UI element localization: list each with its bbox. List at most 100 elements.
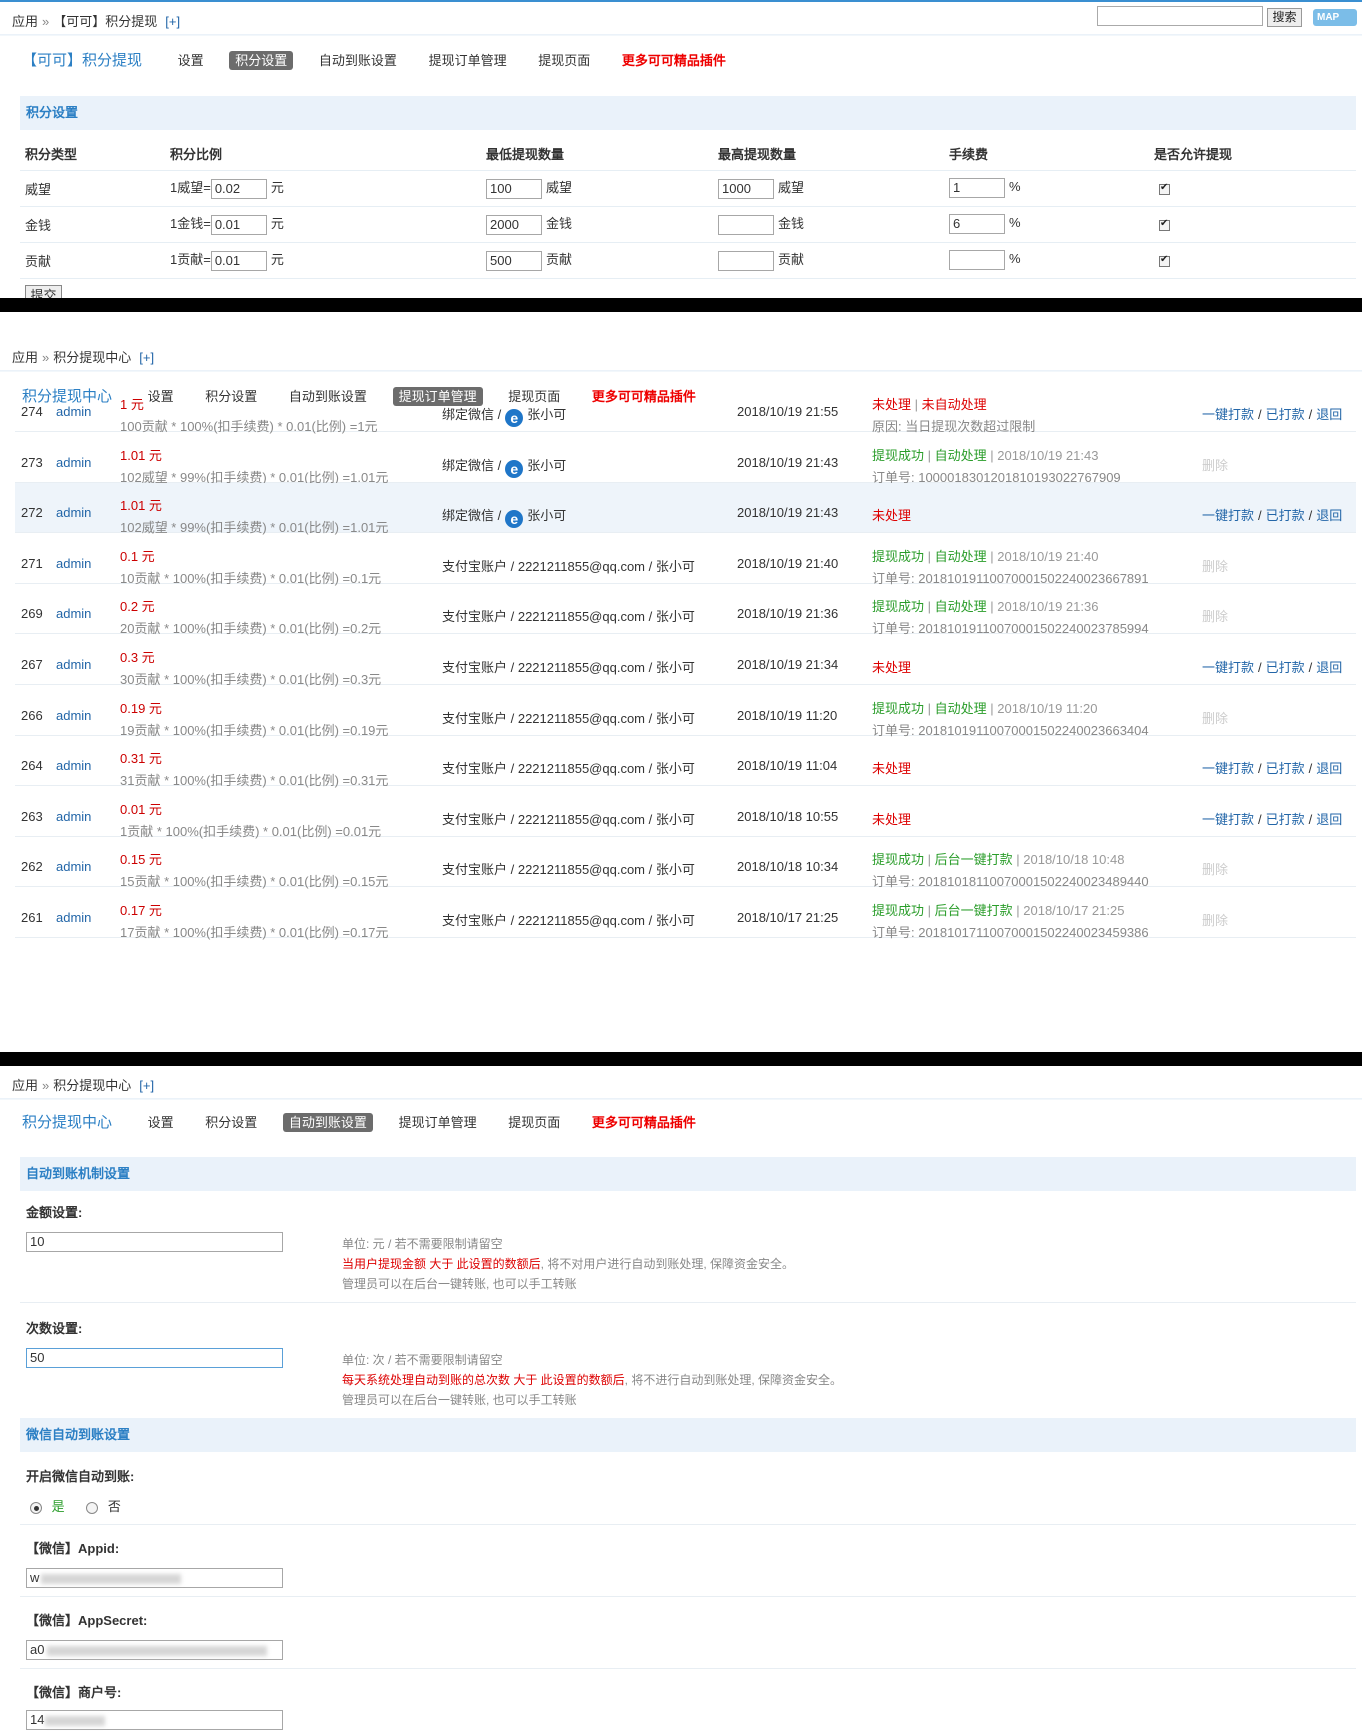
min-amount-input[interactable]: 500 [486, 250, 542, 271]
fee-input[interactable]: 6 [949, 214, 1005, 234]
max-amount-input[interactable]: 1000 [718, 178, 774, 199]
allow-checkbox[interactable] [1159, 182, 1170, 195]
fee-input[interactable]: 1 [949, 178, 1005, 198]
search-button[interactable]: 搜索 [1267, 8, 1302, 27]
max-amount-input[interactable] [718, 214, 774, 235]
breadcrumb-app[interactable]: 应用 [12, 1078, 38, 1093]
refund-link[interactable]: 退回 [1316, 761, 1342, 776]
mark-paid-link[interactable]: 已打款 [1266, 812, 1305, 827]
tab-withdraw-page[interactable]: 提现页面 [532, 51, 596, 70]
mchid-field[interactable]: 14 [26, 1710, 283, 1730]
status-separator: | [924, 599, 935, 615]
order-user[interactable]: admin [56, 455, 91, 470]
redacted-blur [45, 1716, 105, 1726]
refund-link[interactable]: 退回 [1316, 660, 1342, 675]
refund-link[interactable]: 退回 [1316, 508, 1342, 523]
status-separator: | [911, 397, 922, 412]
appid-field[interactable]: w [26, 1568, 283, 1588]
breadcrumb-separator: » [42, 350, 50, 365]
amount-hint-unit: 单位: 元 / 若不需要限制请留空 [342, 1237, 503, 1251]
delete-link[interactable]: 删除 [1202, 455, 1228, 474]
col-header: 积分类型 [20, 138, 165, 171]
breadcrumb-plugin[interactable]: 积分提现中心 [53, 350, 131, 365]
order-user[interactable]: admin [56, 606, 91, 621]
allow-checkbox[interactable] [1159, 218, 1170, 231]
breadcrumb-app[interactable]: 应用 [12, 14, 38, 29]
breadcrumb-add-shortcut[interactable]: [+] [139, 1078, 154, 1093]
one-click-pay-link[interactable]: 一键打款 [1202, 761, 1254, 776]
order-user[interactable]: admin [56, 556, 91, 571]
breadcrumb-add-shortcut[interactable]: [+] [139, 350, 154, 365]
ratio-unit: 元 [270, 180, 284, 196]
submit-button[interactable]: 提交 [25, 285, 62, 298]
refund-link[interactable]: 退回 [1316, 407, 1342, 422]
order-user[interactable]: admin [56, 505, 91, 520]
mark-paid-link[interactable]: 已打款 [1266, 407, 1305, 422]
tab-settings[interactable]: 设置 [142, 1113, 180, 1132]
search-input[interactable] [1097, 6, 1263, 26]
tab-order-management[interactable]: 提现订单管理 [423, 51, 513, 70]
order-actions: 一键打款 / 已打款 / 退回 [1202, 505, 1342, 524]
ratio-input[interactable]: 0.02 [210, 178, 267, 199]
ratio-input[interactable]: 0.01 [210, 214, 267, 235]
fee-input[interactable] [949, 250, 1005, 270]
one-click-pay-link[interactable]: 一键打款 [1202, 508, 1254, 523]
tab-point-settings[interactable]: 积分设置 [229, 51, 294, 70]
tab-order-management[interactable]: 提现订单管理 [393, 1113, 483, 1132]
wechat-enable-label: 开启微信自动到账: [26, 1469, 135, 1484]
order-status-mode: 后台一键打款 [934, 903, 1013, 918]
breadcrumb-add-shortcut[interactable]: [+] [165, 14, 180, 29]
order-user[interactable]: admin [56, 708, 91, 723]
order-user[interactable]: admin [56, 910, 91, 925]
order-user[interactable]: admin [56, 657, 91, 672]
more-plugins-link[interactable]: 更多可可精品插件 [586, 1113, 702, 1132]
delete-link[interactable]: 删除 [1202, 606, 1228, 625]
section-title: 微信自动到账设置 [20, 1418, 1356, 1452]
refund-link[interactable]: 退回 [1316, 812, 1342, 827]
one-click-pay-link[interactable]: 一键打款 [1202, 660, 1254, 675]
order-status: 未处理 | 未自动处理 [872, 394, 987, 413]
delete-link[interactable]: 删除 [1202, 556, 1228, 575]
appsecret-field[interactable]: a0 [26, 1640, 283, 1660]
order-status-time: 2018/10/19 21:36 [997, 599, 1099, 615]
max-unit: 金钱 [778, 216, 805, 232]
one-click-pay-link[interactable]: 一键打款 [1202, 407, 1254, 422]
order-user[interactable]: admin [56, 809, 91, 824]
order-user[interactable]: admin [56, 859, 91, 874]
order-row: 271 admin 0.1 元 10贡献 * 100%(扣手续费) * 0.01(比例… [15, 534, 1356, 586]
delete-link[interactable]: 删除 [1202, 859, 1228, 878]
min-amount-input[interactable]: 2000 [486, 214, 542, 235]
order-user[interactable]: admin [56, 404, 91, 419]
one-click-pay-link[interactable]: 一键打款 [1202, 812, 1254, 827]
mark-paid-link[interactable]: 已打款 [1266, 660, 1305, 675]
map-button[interactable]: MAP [1313, 9, 1357, 26]
mark-paid-link[interactable]: 已打款 [1266, 761, 1305, 776]
breadcrumb-plugin[interactable]: 积分提现中心 [53, 1078, 131, 1093]
delete-link[interactable]: 删除 [1202, 708, 1228, 727]
ratio-input[interactable]: 0.01 [210, 250, 267, 271]
radio-no[interactable] [86, 1501, 99, 1514]
tab-auto-transfer[interactable]: 自动到账设置 [282, 1113, 373, 1132]
fee-unit: % [1009, 251, 1021, 267]
plugin-title[interactable]: 【可可】积分提现 [22, 52, 142, 69]
radio-yes[interactable] [30, 1501, 42, 1514]
delete-link[interactable]: 删除 [1202, 910, 1228, 929]
order-account-text: 支付宝账户 / 2221211855@qq.com / 张小可 [442, 811, 695, 827]
more-plugins-link[interactable]: 更多可可精品插件 [616, 51, 732, 70]
min-amount-input[interactable]: 100 [486, 178, 542, 199]
allow-checkbox[interactable] [1159, 254, 1170, 267]
max-amount-input[interactable] [718, 250, 774, 271]
tab-auto-transfer[interactable]: 自动到账设置 [313, 51, 403, 70]
breadcrumb-app[interactable]: 应用 [12, 350, 38, 365]
tab-withdraw-page[interactable]: 提现页面 [502, 1113, 566, 1132]
tab-settings[interactable]: 设置 [172, 51, 210, 70]
mark-paid-link[interactable]: 已打款 [1266, 508, 1305, 523]
plugin-title[interactable]: 积分提现中心 [22, 1114, 112, 1131]
count-field[interactable]: 50 [26, 1348, 283, 1368]
amount-field[interactable]: 10 [26, 1232, 283, 1252]
order-status-label: 未处理 [872, 397, 912, 412]
order-account-name: 张小可 [527, 508, 567, 524]
order-user[interactable]: admin [56, 758, 91, 773]
tab-point-settings[interactable]: 积分设置 [199, 1113, 263, 1132]
breadcrumb-plugin[interactable]: 【可可】积分提现 [53, 14, 157, 29]
